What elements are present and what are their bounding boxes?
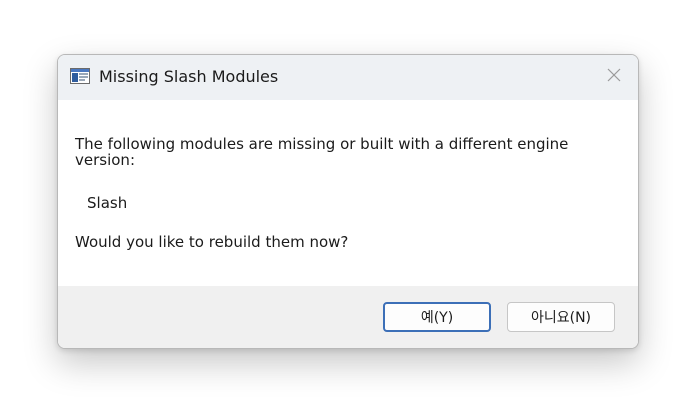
missing-module-item: Slash — [87, 194, 128, 212]
yes-button[interactable]: 예(Y) — [383, 302, 491, 332]
application-window-icon — [70, 68, 90, 84]
dialog-body: The following modules are missing or bui… — [58, 100, 638, 286]
message-intro: The following modules are missing or bui… — [75, 135, 569, 169]
close-icon — [606, 67, 622, 87]
message-question: Would you like to rebuild them now? — [75, 233, 349, 251]
dialog-titlebar[interactable]: Missing Slash Modules — [58, 55, 638, 100]
message-dialog: Missing Slash Modules The following modu… — [57, 54, 639, 349]
dialog-button-bar: 예(Y) 아니요(N) — [58, 286, 638, 348]
dialog-title: Missing Slash Modules — [99, 67, 279, 86]
desktop-background: Missing Slash Modules The following modu… — [0, 0, 689, 407]
close-button[interactable] — [600, 63, 628, 91]
no-button[interactable]: 아니요(N) — [507, 302, 615, 332]
